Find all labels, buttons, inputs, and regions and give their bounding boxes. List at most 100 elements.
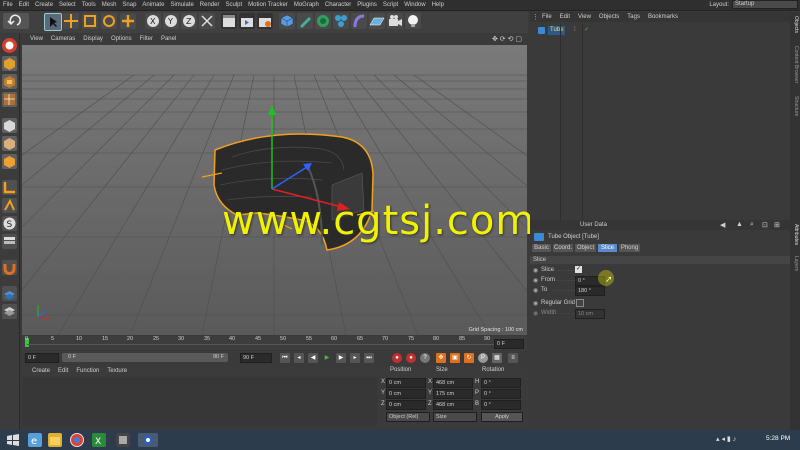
menu-render[interactable]: Render	[197, 0, 223, 10]
apply-button[interactable]: Apply	[481, 412, 523, 422]
perspective-viewport[interactable]: Grid Spacing : 100 cm	[22, 45, 527, 335]
taskbar-excel[interactable]: X	[92, 433, 106, 447]
taskbar-cinema4d[interactable]	[138, 433, 158, 447]
rotation-p-field[interactable]: 0 °	[481, 389, 521, 399]
tab-content-browser[interactable]: Content Browser	[791, 46, 799, 83]
size-y-field[interactable]: 175 cm	[433, 389, 473, 399]
autokey-button[interactable]: ●	[406, 353, 416, 363]
viewport-menu-panel[interactable]: Panel	[157, 34, 180, 44]
regular-grid-checkbox[interactable]	[576, 299, 584, 307]
array-button[interactable]	[333, 13, 349, 29]
y-axis-lock-button[interactable]: Y	[163, 13, 179, 29]
axis-mode-button[interactable]	[2, 180, 17, 195]
sculpt-button[interactable]	[2, 234, 17, 249]
rotation-key-button[interactable]: ↻	[464, 353, 474, 363]
width-anim-dot-icon[interactable]: ◉	[533, 310, 538, 317]
objmgr-menu-view[interactable]: View	[574, 12, 595, 22]
position-x-field[interactable]: 0 cm	[386, 378, 426, 388]
position-z-field[interactable]: 0 cm	[386, 400, 426, 410]
min-frame-field[interactable]: 0 F	[25, 353, 59, 363]
scale-tool-button[interactable]	[82, 13, 98, 29]
menu-motion-tracker[interactable]: Motion Tracker	[245, 0, 291, 10]
taskbar-chrome[interactable]	[70, 433, 84, 447]
render-picture-viewer-button[interactable]	[239, 13, 255, 29]
z-axis-lock-button[interactable]: Z	[181, 13, 197, 29]
taskbar-explorer[interactable]	[48, 433, 62, 447]
tab-phong[interactable]: Phong	[619, 244, 640, 252]
menu-script[interactable]: Script	[380, 0, 401, 10]
spline-pen-button[interactable]	[297, 13, 313, 29]
current-frame-field[interactable]: 0 F	[494, 339, 524, 349]
material-menu-function[interactable]: Function	[72, 366, 103, 376]
next-frame-button[interactable]: ▶	[336, 353, 346, 363]
tab-structure[interactable]: Structure	[791, 96, 799, 116]
taskbar-app[interactable]	[116, 433, 130, 447]
timeline-menu-button[interactable]: ≡	[508, 353, 518, 363]
viewport-menu-display[interactable]: Display	[79, 34, 107, 44]
point-level-key-button[interactable]: ▦	[492, 353, 502, 363]
coordinate-mode-dropdown[interactable]: Object (Rel)	[386, 412, 430, 422]
model-mode-button[interactable]	[2, 38, 17, 53]
material-menu-create[interactable]: Create	[28, 366, 54, 376]
polygons-mode-button[interactable]	[2, 154, 17, 169]
live-selection-button[interactable]	[44, 13, 62, 31]
layer-grid-button[interactable]	[2, 286, 17, 301]
timeline-ruler[interactable]: 0 5 10 15 20 25 30 35 40 45 50 55 60 65 …	[22, 336, 527, 350]
tab-attributes[interactable]: Attributes	[791, 224, 799, 245]
to-angle-field[interactable]: 180 °	[575, 286, 605, 296]
clock-time[interactable]: 5:28 PM	[766, 435, 790, 442]
camera-button[interactable]	[387, 13, 403, 29]
magnet-button[interactable]	[2, 260, 17, 275]
texture-mode-button[interactable]	[2, 74, 17, 89]
visibility-dots-icon[interactable]: ⁞	[574, 27, 576, 33]
from-anim-dot-icon[interactable]: ◉	[533, 277, 538, 284]
menu-create[interactable]: Create	[32, 0, 56, 10]
new-panel-icon[interactable]: ⊞	[774, 221, 780, 229]
objmgr-menu-file[interactable]: File	[538, 12, 556, 22]
record-button[interactable]: ●	[392, 353, 402, 363]
start-button[interactable]	[6, 433, 20, 447]
position-key-button[interactable]: ✥	[436, 353, 446, 363]
previous-frame-button[interactable]: ◀	[308, 353, 318, 363]
tab-objects[interactable]: Objects	[791, 16, 799, 33]
menu-simulate[interactable]: Simulate	[167, 0, 196, 10]
tab-coord[interactable]: Coord.	[553, 244, 573, 252]
object-mode-button[interactable]	[2, 56, 17, 71]
cube-primitive-button[interactable]	[279, 13, 295, 29]
rotation-b-field[interactable]: 0 °	[481, 400, 521, 410]
viewport-menu-cameras[interactable]: Cameras	[47, 34, 79, 44]
tray-icons[interactable]: ▴ ◂ ▮ ♪	[716, 435, 736, 443]
lock-icon[interactable]: ⊡	[762, 221, 768, 229]
tweak-mode-button[interactable]	[2, 198, 17, 213]
size-x-field[interactable]: 468 cm	[433, 378, 473, 388]
slice-checkbox[interactable]: ✓	[575, 266, 582, 273]
position-y-field[interactable]: 0 cm	[386, 389, 426, 399]
light-button[interactable]	[405, 13, 421, 29]
menu-plugins[interactable]: Plugins	[354, 0, 380, 10]
viewport-menu-view[interactable]: View	[26, 34, 47, 44]
menu-file[interactable]: File	[0, 0, 16, 10]
tab-basic[interactable]: Basic	[532, 244, 551, 252]
objmgr-menu-objects[interactable]: Objects	[595, 12, 623, 22]
menu-select[interactable]: Select	[56, 0, 79, 10]
preview-range-slider[interactable]: 0 F 90 F	[62, 353, 228, 362]
menu-window[interactable]: Window	[401, 0, 428, 10]
material-menu-texture[interactable]: Texture	[103, 366, 131, 376]
back-arrow-icon[interactable]: ◀	[720, 221, 725, 229]
rotation-h-field[interactable]: 0 °	[481, 378, 521, 388]
rotate-tool-button[interactable]	[101, 13, 117, 29]
x-axis-lock-button[interactable]: X	[145, 13, 161, 29]
tab-object[interactable]: Object	[575, 244, 596, 252]
parameter-key-button[interactable]: P	[478, 353, 488, 363]
menu-tools[interactable]: Tools	[79, 0, 99, 10]
objmgr-menu-tags[interactable]: Tags	[623, 12, 644, 22]
tab-slice[interactable]: Slice	[598, 244, 617, 252]
go-to-end-button[interactable]: ⏭	[364, 353, 374, 363]
next-key-button[interactable]: ▸	[350, 353, 360, 363]
objmgr-menu-bookmarks[interactable]: Bookmarks	[644, 12, 682, 22]
size-mode-dropdown[interactable]: Size	[433, 412, 477, 422]
workplane-button[interactable]	[2, 92, 17, 107]
objmgr-menu-edit[interactable]: Edit	[556, 12, 574, 22]
menu-snap[interactable]: Snap	[119, 0, 139, 10]
recent-tool-button[interactable]	[120, 13, 136, 29]
